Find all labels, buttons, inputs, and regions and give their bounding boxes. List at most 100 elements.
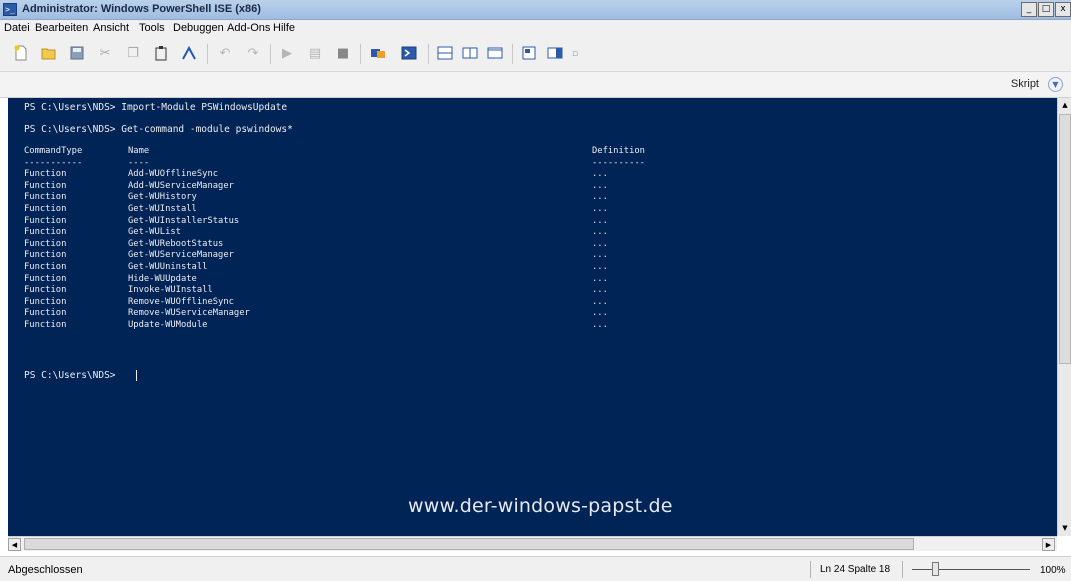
zoom-slider-thumb[interactable]: [932, 562, 939, 576]
horizontal-scroll-thumb[interactable]: [24, 538, 914, 550]
table-cell: Get-WUUninstall: [128, 261, 208, 272]
table-cell: ...: [592, 227, 608, 238]
table-cell: ...: [592, 250, 608, 261]
table-cell: Get-WUInstall: [128, 203, 197, 214]
copy-icon[interactable]: ❐: [124, 45, 142, 63]
show-addon-icon[interactable]: [546, 45, 564, 63]
more-icon[interactable]: ▫: [566, 45, 584, 63]
table-cell: ...: [592, 273, 608, 284]
powershell-app-icon: >_: [3, 3, 17, 16]
expand-script-icon[interactable]: ▼: [1048, 77, 1063, 92]
table-cell: ...: [592, 215, 608, 226]
vertical-scrollbar[interactable]: ▲ ▼: [1057, 98, 1071, 536]
table-cell: Invoke-WUInstall: [128, 285, 213, 296]
table-cell: Remove-WUServiceManager: [128, 308, 250, 319]
powershell-icon[interactable]: [400, 45, 418, 63]
toolbar-separator: [512, 44, 513, 64]
layout-side-icon[interactable]: [461, 45, 479, 63]
table-cell: ...: [592, 308, 608, 319]
menu-hilfe[interactable]: Hilfe: [273, 22, 295, 34]
console-line: PS C:\Users\NDS> Get-command -module psw…: [24, 124, 293, 135]
scroll-left-icon[interactable]: ◀: [8, 538, 21, 551]
save-icon[interactable]: [68, 45, 86, 63]
paste-icon[interactable]: [152, 45, 170, 63]
table-cell: Get-WUInstallerStatus: [128, 215, 240, 226]
table-cell: Function: [24, 308, 67, 319]
status-separator: [902, 561, 903, 578]
menu-bearbeiten[interactable]: Bearbeiten: [35, 22, 88, 34]
table-cell: Function: [24, 180, 67, 191]
clear-console-icon[interactable]: [180, 45, 198, 63]
menu-bar: Datei Bearbeiten Ansicht Tools Debuggen …: [0, 20, 1071, 38]
undo-icon[interactable]: ↶: [216, 45, 234, 63]
table-cell: Function: [24, 261, 67, 272]
table-cell: ...: [592, 203, 608, 214]
table-cell: Function: [24, 227, 67, 238]
scroll-up-icon[interactable]: ▲: [1059, 99, 1071, 111]
table-cell: Function: [24, 192, 67, 203]
table-cell: Get-WUServiceManager: [128, 250, 234, 261]
table-cell: ...: [592, 261, 608, 272]
table-cell: ...: [592, 192, 608, 203]
menu-tools[interactable]: Tools: [139, 22, 165, 34]
text-cursor: [136, 370, 137, 381]
remote-powershell-icon[interactable]: [369, 45, 387, 63]
menu-add-ons[interactable]: Add-Ons: [227, 22, 270, 34]
table-cell: Function: [24, 215, 67, 226]
layout-max-icon[interactable]: [486, 45, 504, 63]
table-cell: ...: [592, 169, 608, 180]
column-commandtype: CommandType ----------- Function Function Fu…: [24, 146, 82, 332]
run-selection-icon[interactable]: ▤: [306, 45, 324, 63]
minimize-button[interactable]: _: [1021, 2, 1037, 17]
status-bar: Abgeschlossen Ln 24 Spalte 18 100%: [0, 556, 1071, 581]
redo-icon[interactable]: ↷: [244, 45, 262, 63]
table-cell: Add-WUOfflineSync: [128, 169, 219, 180]
toolbar-separator: [360, 44, 361, 64]
table-cell: Function: [24, 296, 67, 307]
close-button[interactable]: x: [1055, 2, 1071, 17]
status-text: Abgeschlossen: [8, 564, 83, 576]
table-cell: Function: [24, 285, 67, 296]
open-folder-icon[interactable]: [40, 45, 58, 63]
scroll-down-icon[interactable]: ▼: [1059, 522, 1071, 534]
table-header: Definition: [592, 146, 645, 156]
toolbar-separator: [207, 44, 208, 64]
table-cell: Update-WUModule: [128, 319, 208, 330]
run-script-icon[interactable]: ▶: [278, 45, 296, 63]
script-toggle-label[interactable]: Skript: [1011, 78, 1039, 90]
zoom-level: 100%: [1040, 565, 1066, 576]
console-pane[interactable]: PS C:\Users\NDS> Import-Module PSWindows…: [8, 98, 1057, 536]
toolbar-separator: [428, 44, 429, 64]
table-cell: Hide-WUUpdate: [128, 273, 197, 284]
menu-debuggen[interactable]: Debuggen: [173, 22, 224, 34]
vertical-scroll-thumb[interactable]: [1059, 114, 1071, 364]
table-cell: Remove-WUOfflineSync: [128, 296, 234, 307]
toolbar-separator: [270, 44, 271, 64]
new-file-icon[interactable]: [12, 45, 30, 63]
column-name: Name ---- Add-WUOfflineSync Add-WUServiceMa…: [128, 146, 250, 332]
table-cell: ...: [592, 180, 608, 191]
console-line: PS C:\Users\NDS> Import-Module PSWindows…: [24, 102, 288, 113]
toolbar: ✂ ❐ ↶ ↷ ▶ ▤ ■ ▫: [0, 38, 1071, 72]
menu-datei[interactable]: Datei: [4, 22, 30, 34]
scroll-right-icon[interactable]: ▶: [1042, 538, 1055, 551]
table-cell: Get-WUHistory: [128, 192, 197, 203]
maximize-button[interactable]: □: [1038, 2, 1054, 17]
script-pane-bar: Skript ▼: [0, 72, 1071, 98]
table-cell: Add-WUServiceManager: [128, 180, 234, 191]
layout-top-icon[interactable]: [436, 45, 454, 63]
table-cell: Function: [24, 238, 67, 249]
cut-icon[interactable]: ✂: [96, 45, 114, 63]
show-commands-icon[interactable]: [520, 45, 538, 63]
stop-icon[interactable]: ■: [334, 45, 352, 63]
table-cell: Function: [24, 273, 67, 284]
table-cell: Function: [24, 169, 67, 180]
table-header-underline: -----------: [24, 157, 83, 168]
zoom-slider[interactable]: [912, 569, 1030, 570]
table-cell: Function: [24, 319, 67, 330]
menu-ansicht[interactable]: Ansicht: [93, 22, 129, 34]
window-title: Administrator: Windows PowerShell ISE (x…: [22, 3, 261, 15]
horizontal-scrollbar[interactable]: ◀ ▶: [8, 536, 1057, 551]
console-prompt: PS C:\Users\NDS>: [24, 370, 122, 381]
table-cell: ...: [592, 285, 608, 296]
